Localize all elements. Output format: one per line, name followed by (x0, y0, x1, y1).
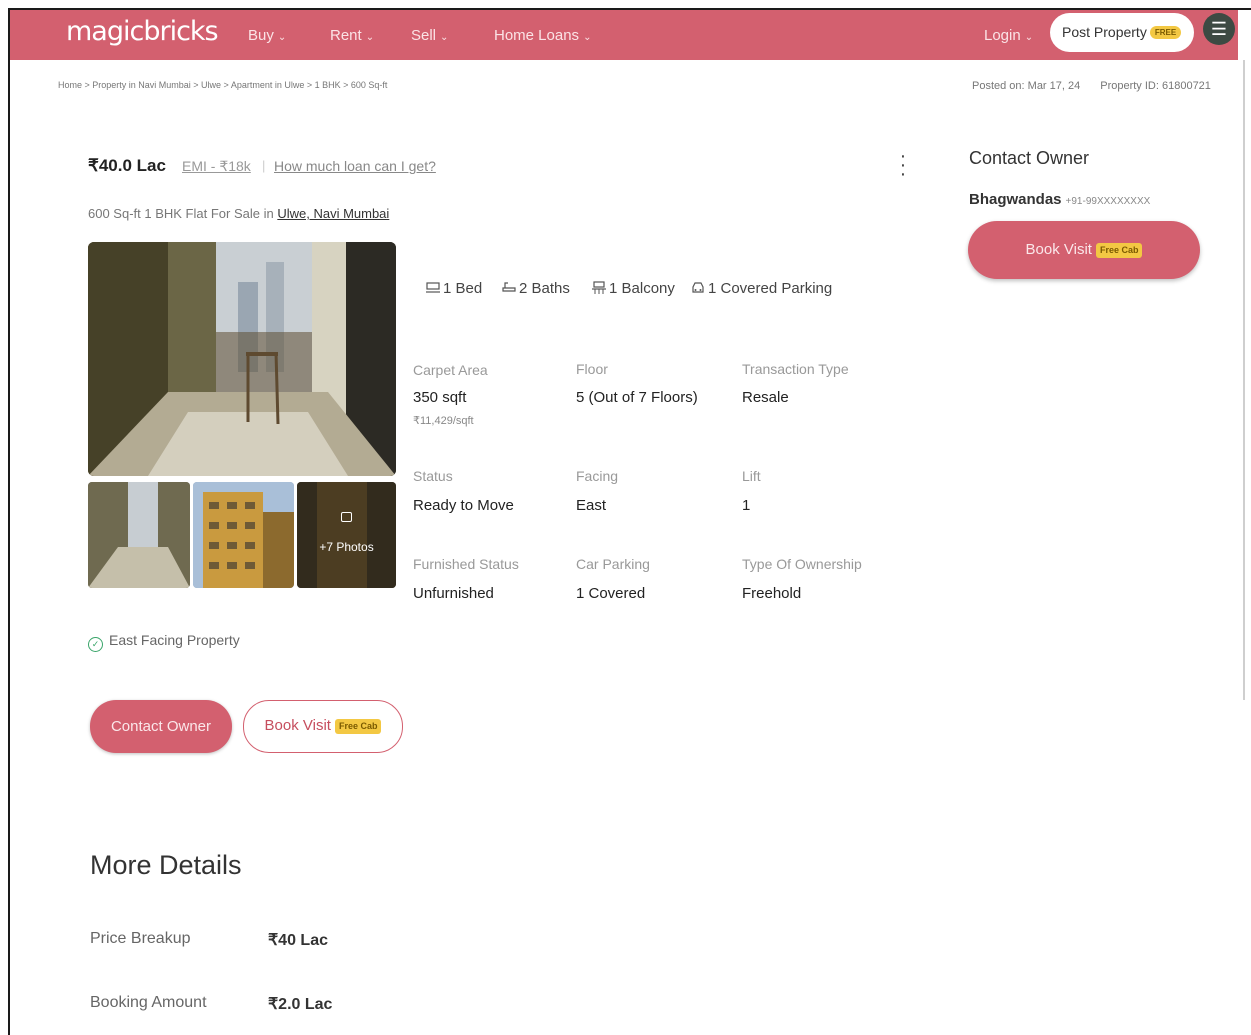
detail-value: 5 (Out of 7 Floors) (576, 389, 698, 406)
chevron-down-icon: ⌄ (277, 32, 287, 43)
detail-value: 1 (742, 497, 751, 514)
hamburger-menu-icon[interactable]: ☰ (1203, 13, 1235, 45)
detail-label: Facing (576, 468, 619, 484)
listing-subtitle: 600 Sq-ft 1 BHK Flat For Sale in Ulwe, N… (88, 206, 390, 221)
chevron-down-icon: ⌄ (440, 32, 449, 43)
detail-label: Floor (576, 361, 608, 377)
contact-owner-button[interactable]: Contact Owner (90, 700, 232, 753)
free-cab-badge: Free Cab (1095, 243, 1143, 258)
detail-label: Type Of Ownership (742, 556, 862, 572)
bed-icon (426, 281, 440, 294)
detail-value: Resale (742, 389, 789, 406)
detail-label: Car Parking (576, 556, 650, 572)
thumbnail-photo[interactable] (193, 482, 294, 588)
amenity-balcony: 1 Balcony (592, 280, 675, 297)
detail-label: Carpet Area (413, 362, 488, 378)
owner-name: Bhagwandas (969, 191, 1062, 208)
facing-highlight: ✓ East Facing Property (88, 632, 240, 652)
nav-sell[interactable]: Sell ⌄ (411, 27, 448, 44)
detail-label: Transaction Type (742, 361, 849, 377)
property-id: Property ID: 61800721 (1100, 80, 1211, 92)
location-link[interactable]: Ulwe, Navi Mumbai (277, 206, 389, 221)
posted-date: Posted on: Mar 17, 24 (972, 80, 1081, 92)
bath-icon (502, 281, 516, 294)
nav-rent[interactable]: Rent ⌄ (330, 27, 374, 44)
more-photos-tile[interactable]: +7 Photos (297, 482, 396, 588)
thumbnail-photo[interactable] (88, 482, 190, 588)
login-menu[interactable]: Login ⌄ (984, 27, 1033, 44)
nav-home-loans[interactable]: Home Loans ⌄ (494, 27, 591, 44)
book-visit-button[interactable]: Book Visit Free Cab (243, 700, 403, 753)
breadcrumb[interactable]: Home > Property in Navi Mumbai > Ulwe > … (58, 80, 387, 90)
main-property-photo[interactable] (88, 242, 396, 476)
amenity-parking: 1 Covered Parking (691, 280, 832, 297)
posted-info: Posted on: Mar 17, 24 Property ID: 618007… (972, 80, 1211, 92)
post-property-button[interactable]: Post Property FREE (1050, 13, 1194, 52)
more-photos-count: +7 Photos (319, 540, 374, 554)
owner-phone: +91-99XXXXXXXX (1065, 196, 1151, 207)
free-badge: FREE (1149, 26, 1182, 39)
scrollbar[interactable] (1243, 60, 1245, 700)
emi-link[interactable]: EMI - ₹18k (182, 158, 251, 175)
photo-overlay (297, 482, 396, 588)
amenity-bed: 1 Bed (426, 280, 482, 297)
nav-buy[interactable]: Buy ⌄ (248, 27, 286, 44)
book-visit-button-sidebar[interactable]: Book Visit Free Cab (968, 221, 1200, 279)
magicbricks-logo[interactable]: magicbricks (66, 16, 219, 47)
more-details-value: ₹40 Lac (268, 932, 328, 949)
detail-value: Ready to Move (413, 497, 514, 514)
car-icon (691, 281, 705, 294)
price-per-sqft: ₹11,429/sqft (413, 415, 474, 427)
chevron-down-icon: ⌄ (1024, 32, 1034, 43)
check-circle-icon: ✓ (88, 637, 103, 652)
more-details-heading: More Details (90, 850, 242, 880)
more-details-value: ₹2.0 Lac (268, 996, 333, 1013)
detail-label: Lift (742, 468, 761, 484)
amenity-bath: 2 Baths (502, 280, 570, 297)
owner-details: Bhagwandas +91-99XXXXXXXX (969, 191, 1150, 208)
divider: | (262, 158, 266, 173)
more-details-label: Price Breakup (90, 930, 191, 947)
free-cab-badge: Free Cab (334, 719, 382, 734)
detail-value: 350 sqft (413, 389, 467, 406)
balcony-icon (592, 281, 606, 294)
contact-owner-heading: Contact Owner (969, 148, 1090, 168)
detail-value: East (576, 497, 607, 514)
photo-icon (341, 512, 352, 522)
more-options-icon[interactable]: · · · (898, 146, 908, 184)
detail-label: Status (413, 468, 453, 484)
loan-eligibility-link[interactable]: How much loan can I get? (274, 158, 436, 174)
detail-label: Furnished Status (413, 556, 519, 572)
chevron-down-icon: ⌄ (583, 32, 592, 43)
chevron-down-icon: ⌄ (365, 32, 375, 43)
detail-value: 1 Covered (576, 585, 646, 602)
listing-price: ₹40.0 Lac (88, 156, 166, 175)
detail-value: Freehold (742, 585, 802, 602)
more-details-label: Booking Amount (90, 994, 207, 1011)
detail-value: Unfurnished (413, 585, 494, 602)
top-nav-bar: magicbricks Buy ⌄ Rent ⌄ Sell ⌄ Home Loans ⌄… (10, 10, 1238, 60)
